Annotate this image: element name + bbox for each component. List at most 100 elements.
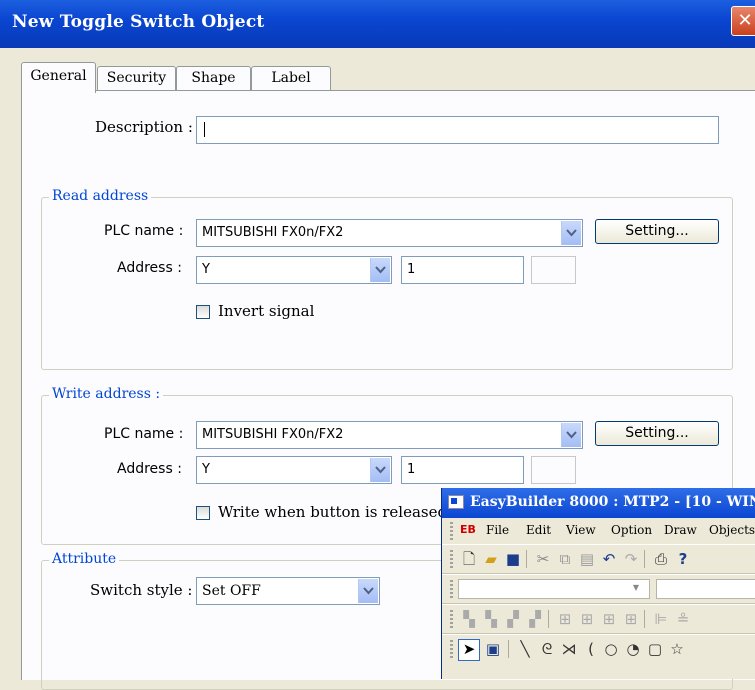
line-icon[interactable]: ╲ [516,640,534,658]
close-button[interactable]: ✕ [731,6,755,36]
menu-objects[interactable]: Objects [709,523,755,537]
switch-style-label: Switch style : [90,581,193,599]
align-left-icon[interactable]: ⊫ [652,610,670,628]
draw-toolbar: ➤ ▣ ╲ ᘓ ⋊ ( ○ ◔ ▢ ☆ [442,634,755,675]
write-when-released-label: Write when button is released [218,503,448,521]
easybuilder-title: EasyBuilder 8000 : MTP2 - [10 - WINDO [470,494,755,510]
write-address-type-select[interactable]: Y [196,456,392,484]
circle-icon[interactable]: ○ [602,640,620,658]
menu-file[interactable]: File [486,523,509,537]
toolbar-separator [644,550,645,568]
chevron-down-icon[interactable] [561,221,581,245]
arc-icon[interactable]: ( [582,640,600,658]
chevron-down-icon: ▼ [632,583,639,592]
easybuilder-menu-bar: EB File Edit View Option Draw Objects [442,520,755,542]
chevron-down-icon[interactable] [561,423,581,447]
open-folder-icon[interactable]: ▰ [482,550,500,568]
eb-logo-icon: EB [460,523,476,536]
help-icon[interactable]: ? [674,550,692,568]
undo-icon[interactable]: ↶ [600,550,618,568]
read-plc-name-label: PLC name : [104,223,184,239]
ungroup-icon[interactable]: ⊞ [578,610,596,628]
read-address-title: Read address [49,188,152,204]
write-setting-button[interactable]: Setting... [595,421,719,446]
print-icon[interactable]: ⎙ [652,550,670,568]
paste-icon[interactable]: ▤ [578,550,596,568]
toolbar-grip [450,610,453,628]
app-icon [448,495,464,509]
read-address-value: 1 [407,262,416,277]
write-address-value: 1 [407,462,416,477]
toolbar-separator [508,640,509,658]
layout-toolbar: ▚ ▚ ▞ ▞ ⊞ ⊞ ⊞ ⊞ ⊫ ≗ [442,604,755,634]
bring-front-icon[interactable]: ▚ [460,610,478,628]
switch-style-value: Set OFF [202,583,261,599]
toolbar-grip [450,580,453,598]
menu-edit[interactable]: Edit [526,523,551,537]
chevron-down-icon[interactable] [370,458,390,482]
align-center-icon[interactable]: ≗ [674,610,692,628]
invert-signal-checkbox[interactable] [196,305,210,319]
write-address-input[interactable]: 1 [401,456,524,484]
send-back-icon[interactable]: ▚ [482,610,500,628]
align-grid-icon[interactable]: ⊞ [600,610,618,628]
group-icon[interactable]: ⊞ [556,610,574,628]
backward-icon[interactable]: ▞ [526,610,544,628]
invert-signal-label: Invert signal [218,302,315,320]
properties-icon[interactable]: ▣ [484,640,502,658]
easybuilder-title-bar: EasyBuilder 8000 : MTP2 - [10 - WINDO [442,488,755,518]
standard-toolbar: 🗋 ▰ ■ ✂ ⧉ ▤ ↶ ↷ ⎙ ? [442,544,755,574]
switch-style-select[interactable]: Set OFF [196,577,380,605]
description-input[interactable] [196,116,719,144]
pie-icon[interactable]: ◔ [624,640,642,658]
write-address-title: Write address : [49,386,164,402]
rectangle-icon[interactable]: ▢ [646,640,664,658]
forward-icon[interactable]: ▞ [504,610,522,628]
chevron-down-icon[interactable] [358,579,378,603]
polyline-icon[interactable]: ᘓ [538,640,556,658]
polygon-icon[interactable]: ⋊ [560,640,578,658]
new-file-icon[interactable]: 🗋 [460,550,478,568]
toolbar-separator [644,610,645,628]
window-select[interactable]: ▼ [458,579,650,599]
cut-icon[interactable]: ✂ [534,550,552,568]
tab-shape[interactable]: Shape [176,66,251,91]
read-setting-button[interactable]: Setting... [595,219,719,244]
align-grid2-icon[interactable]: ⊞ [622,610,640,628]
write-plc-name-select[interactable]: MITSUBISHI FX0n/FX2 [196,421,583,449]
copy-icon[interactable]: ⧉ [556,550,574,568]
read-plc-name-select[interactable]: MITSUBISHI FX0n/FX2 [196,219,583,247]
menu-view[interactable]: View [566,523,596,537]
read-plc-name-value: MITSUBISHI FX0n/FX2 [202,225,344,240]
toolbar-separator [548,610,549,628]
description-label: Description : [95,118,193,136]
close-icon: ✕ [737,10,753,31]
star-icon[interactable]: ☆ [668,640,686,658]
write-plc-name-label: PLC name : [104,426,184,442]
menu-option[interactable]: Option [611,523,652,537]
read-address-input[interactable]: 1 [401,256,524,284]
menu-draw[interactable]: Draw [664,523,697,537]
write-plc-name-value: MITSUBISHI FX0n/FX2 [202,427,344,442]
tab-label[interactable]: Label [251,66,331,91]
write-address-type-value: Y [202,462,210,477]
write-when-released-checkbox[interactable] [196,506,210,520]
pointer-icon[interactable]: ➤ [458,639,480,661]
redo-icon[interactable]: ↷ [622,550,640,568]
menu-grip [450,522,453,540]
window-title: New Toggle Switch Object [12,12,265,32]
read-address-label: Address : [117,260,182,276]
tab-general[interactable]: General [21,62,96,93]
toolbar-grip [450,550,453,568]
easybuilder-window[interactable]: EasyBuilder 8000 : MTP2 - [10 - WINDO EB… [441,488,755,679]
title-bar: New Toggle Switch Object ✕ [0,0,755,48]
font-select[interactable] [656,579,755,599]
chevron-down-icon[interactable] [370,258,390,282]
attribute-title: Attribute [49,551,120,567]
read-address-type-select[interactable]: Y [196,256,392,284]
write-address-label: Address : [117,461,182,477]
tab-security[interactable]: Security [97,66,176,91]
save-icon[interactable]: ■ [504,550,522,568]
read-address-extra-field [531,256,576,284]
read-address-type-value: Y [202,262,210,277]
